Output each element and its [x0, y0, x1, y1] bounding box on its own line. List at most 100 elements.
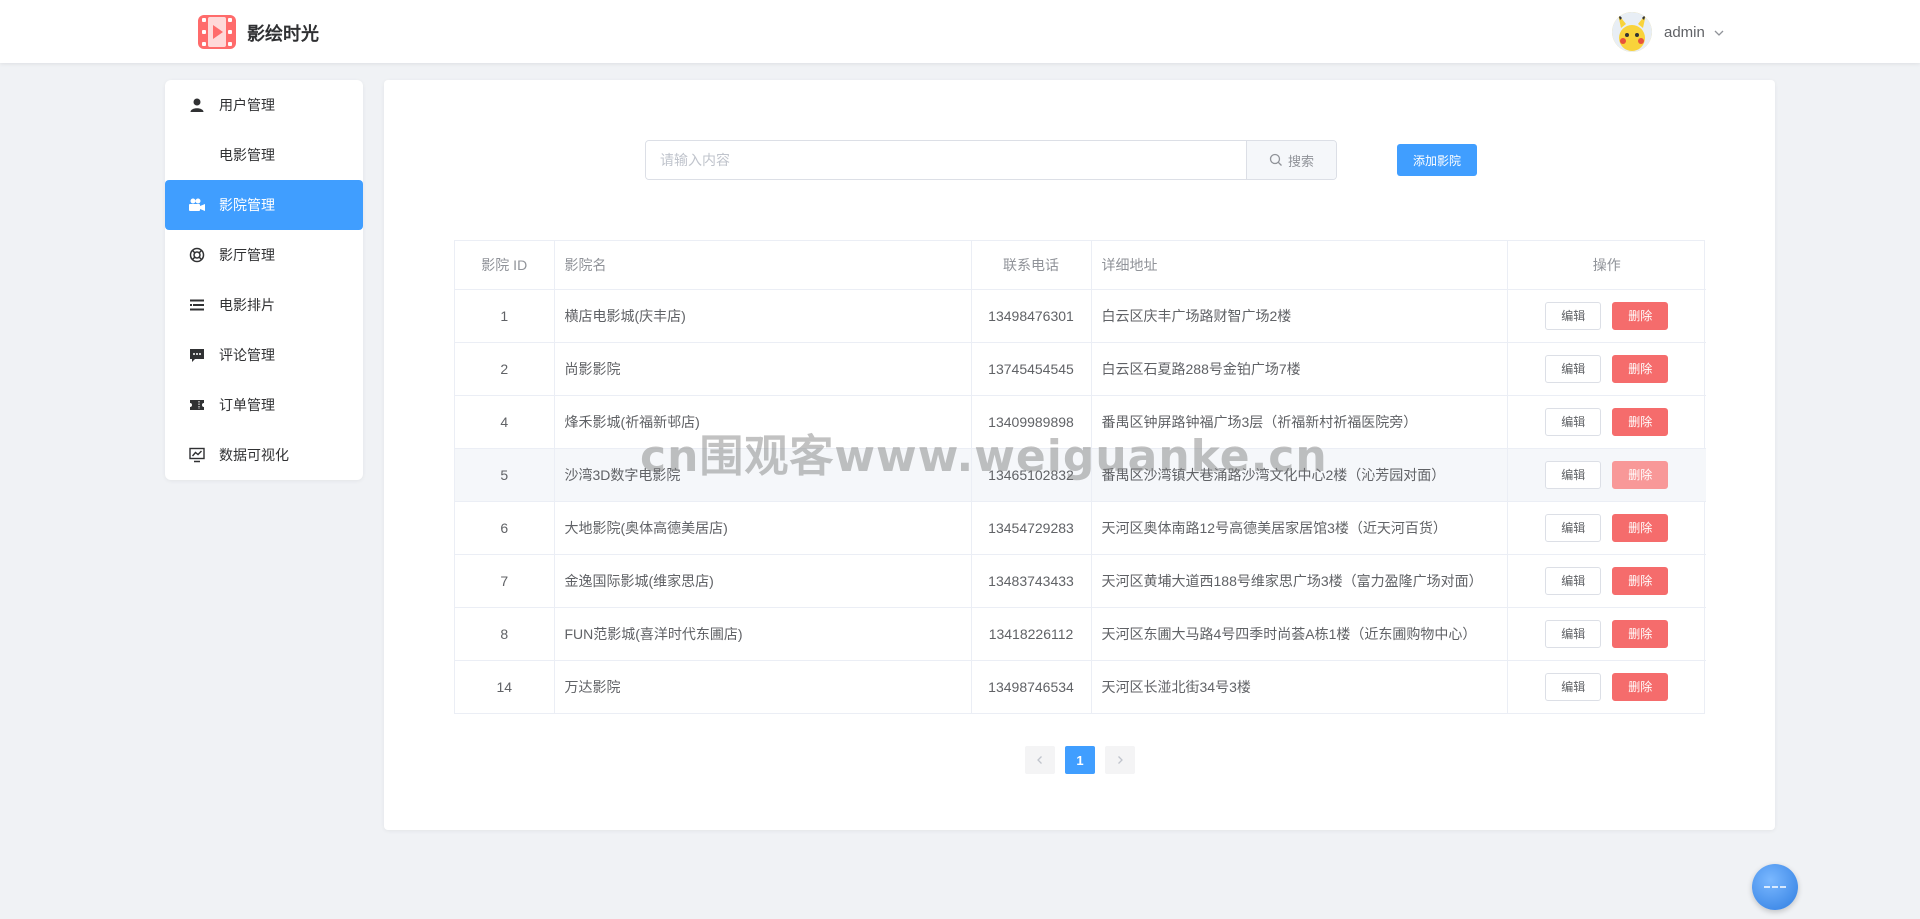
delete-button[interactable]: 删除	[1612, 566, 1669, 595]
table-row: 7 金逸国际影城(维家思店) 13483743433 天河区黄埔大道西188号维家思广…	[455, 554, 1706, 608]
lifebuoy-icon	[188, 246, 206, 264]
cell-actions: 编辑 删除	[1507, 448, 1706, 502]
cell-id: 8	[455, 607, 555, 661]
cell-phone: 13465102832	[971, 448, 1092, 502]
table-row: 4 烽禾影城(祈福新邨店) 13409989898 番禺区钟屏路钟福广场3层（祈福新村…	[455, 395, 1706, 449]
cell-phone: 13418226112	[971, 607, 1092, 661]
cell-phone: 13498476301	[971, 289, 1092, 343]
table-row: 2 尚影影院 13745454545 白云区石夏路288号金铂广场7楼 编辑 删除	[455, 342, 1706, 396]
page-number-current[interactable]: 1	[1065, 746, 1095, 774]
top-header: 影绘时光 admin	[0, 0, 1920, 63]
cell-address: 番禺区钟屏路钟福广场3层（祈福新村祈福医院旁）	[1091, 395, 1508, 449]
sidebar-item-label: 影厅管理	[219, 247, 275, 263]
cell-actions: 编辑 删除	[1507, 660, 1706, 713]
sidebar-item-label: 数据可视化	[219, 447, 289, 463]
search-button-label: 搜索	[1287, 153, 1314, 169]
sidebar-item-comments[interactable]: 评论管理	[165, 330, 363, 380]
delete-button[interactable]: 删除	[1612, 301, 1669, 330]
edit-button[interactable]: 编辑	[1545, 513, 1602, 542]
cell-phone: 13483743433	[971, 554, 1092, 608]
cell-address: 白云区庆丰广场路财智广场2楼	[1091, 289, 1508, 343]
cell-id: 7	[455, 554, 555, 608]
cell-address: 番禺区沙湾镇大巷涌路沙湾文化中心2楼（沁芳园对面）	[1091, 448, 1508, 502]
cell-phone: 13454729283	[971, 501, 1092, 555]
chevron-down-icon[interactable]	[1713, 26, 1725, 38]
table-row: 5 沙湾3D数字电影院 13465102832 番禺区沙湾镇大巷涌路沙湾文化中心2楼（…	[455, 448, 1706, 502]
delete-button[interactable]: 删除	[1612, 672, 1669, 701]
avatar[interactable]	[1612, 12, 1652, 52]
search-bar: 搜索	[645, 140, 1337, 180]
delete-button[interactable]: 删除	[1612, 407, 1669, 436]
sidebar-item-halls[interactable]: 影厅管理	[165, 230, 363, 280]
cell-actions: 编辑 删除	[1507, 607, 1706, 661]
edit-button[interactable]: 编辑	[1545, 460, 1602, 489]
cell-name: 万达影院	[554, 660, 972, 713]
list-icon	[188, 296, 206, 314]
sidebar-item-label: 订单管理	[219, 397, 275, 413]
table-row: 8 FUN范影城(喜洋时代东圃店) 13418226112 天河区东圃大马路4号四季时…	[455, 607, 1706, 661]
search-input[interactable]	[646, 141, 1246, 179]
cell-id: 14	[455, 660, 555, 713]
sidebar-item-visualization[interactable]: 数据可视化	[165, 430, 363, 480]
search-button[interactable]: 搜索	[1246, 141, 1336, 179]
sidebar-item-orders[interactable]: 订单管理	[165, 380, 363, 430]
sidebar-item-cinemas[interactable]: 影院管理	[165, 180, 363, 230]
table-row: 6 大地影院(奥体高德美居店) 13454729283 天河区奥体南路12号高德美居家…	[455, 501, 1706, 555]
user-icon	[188, 96, 206, 114]
sidebar: 用户管理 电影管理 影院管理 影厅管理 电影排片 评论管理 订单管理 数据可视化	[165, 80, 363, 480]
cell-actions: 编辑 删除	[1507, 501, 1706, 555]
sidebar-item-schedule[interactable]: 电影排片	[165, 280, 363, 330]
edit-button[interactable]: 编辑	[1545, 407, 1602, 436]
cell-address: 天河区奥体南路12号高德美居家居馆3楼（近天河百货）	[1091, 501, 1508, 555]
search-icon	[1269, 153, 1288, 167]
chevron-right-icon	[1115, 755, 1125, 765]
next-page-button[interactable]	[1105, 746, 1135, 774]
cell-actions: 编辑 删除	[1507, 554, 1706, 608]
edit-button[interactable]: 编辑	[1545, 354, 1602, 383]
delete-button[interactable]: 删除	[1612, 619, 1669, 648]
user-menu[interactable]: admin	[1612, 12, 1725, 52]
chart-icon	[188, 446, 206, 464]
cell-actions: 编辑 删除	[1507, 395, 1706, 449]
cell-name: 沙湾3D数字电影院	[554, 448, 972, 502]
edit-button[interactable]: 编辑	[1545, 672, 1602, 701]
cell-address: 白云区石夏路288号金铂广场7楼	[1091, 342, 1508, 396]
sidebar-item-movies[interactable]: 电影管理	[165, 130, 363, 180]
floating-action-button[interactable]	[1752, 864, 1798, 910]
camera-icon	[188, 196, 206, 214]
column-header-address: 详细地址	[1091, 241, 1508, 290]
comment-icon	[188, 346, 206, 364]
cell-phone: 13498746534	[971, 660, 1092, 713]
cell-name: 尚影影院	[554, 342, 972, 396]
cell-actions: 编辑 删除	[1507, 342, 1706, 396]
prev-page-button[interactable]	[1025, 746, 1055, 774]
delete-button[interactable]: 删除	[1612, 513, 1669, 542]
sidebar-item-label: 电影管理	[219, 147, 275, 163]
edit-button[interactable]: 编辑	[1545, 566, 1602, 595]
sidebar-item-users[interactable]: 用户管理	[165, 80, 363, 130]
cell-name: 金逸国际影城(维家思店)	[554, 554, 972, 608]
sidebar-item-label: 用户管理	[219, 97, 275, 113]
column-header-name: 影院名	[554, 241, 972, 290]
table-header-row: 影院 ID 影院名 联系电话 详细地址 操作	[455, 241, 1706, 290]
table-row: 14 万达影院 13498746534 天河区长湴北街34号3楼 编辑 删除	[455, 660, 1706, 713]
column-header-id: 影院 ID	[455, 241, 555, 290]
cell-id: 2	[455, 342, 555, 396]
app-logo-icon[interactable]	[197, 14, 237, 50]
delete-button[interactable]: 删除	[1612, 354, 1669, 383]
cell-phone: 13745454545	[971, 342, 1092, 396]
cell-name: 横店电影城(庆丰店)	[554, 289, 972, 343]
cell-id: 6	[455, 501, 555, 555]
ticket-icon	[188, 396, 206, 414]
cell-phone: 13409989898	[971, 395, 1092, 449]
sidebar-item-label: 电影排片	[219, 297, 275, 313]
delete-button[interactable]: 删除	[1612, 460, 1669, 489]
edit-button[interactable]: 编辑	[1545, 301, 1602, 330]
add-cinema-button[interactable]: 添加影院	[1397, 144, 1477, 176]
cell-address: 天河区东圃大马路4号四季时尚荟A栋1楼（近东圃购物中心）	[1091, 607, 1508, 661]
sidebar-item-label: 影院管理	[219, 197, 275, 213]
pagination: 1	[1025, 746, 1145, 774]
cell-name: 大地影院(奥体高德美居店)	[554, 501, 972, 555]
edit-button[interactable]: 编辑	[1545, 619, 1602, 648]
username[interactable]: admin	[1664, 24, 1705, 41]
